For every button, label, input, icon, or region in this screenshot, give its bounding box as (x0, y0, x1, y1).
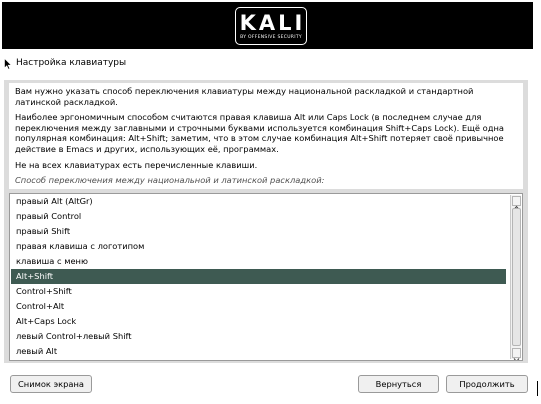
switch-method-listbox[interactable]: правый Alt (AltGr) правый Control правый… (9, 193, 523, 361)
list-item[interactable]: Alt+Caps Lock (11, 314, 506, 329)
list-item[interactable]: правый Shift (11, 224, 506, 239)
list-scrollbar[interactable] (510, 195, 521, 360)
back-button[interactable]: Вернуться (358, 375, 439, 393)
description-box: Вам нужно указать способ переключения кл… (9, 83, 523, 189)
page-title: Настройка клавиатуры (16, 58, 127, 68)
scroll-down-button[interactable] (512, 348, 521, 360)
description-paragraph-2: Наиболее эргономичным способом считаются… (15, 112, 504, 154)
screenshot-button[interactable]: Снимок экрана (10, 375, 92, 393)
step-titlebar: Настройка клавиатуры (2, 55, 533, 71)
description-paragraph-1: Вам нужно указать способ переключения кл… (15, 86, 474, 107)
question-prompt: Способ переключения между национальной и… (15, 175, 325, 186)
list-item[interactable]: левый Control+левый Shift (11, 329, 506, 344)
scroll-up-button[interactable] (512, 196, 521, 210)
logo-wordmark: KALI (239, 11, 306, 35)
list-item[interactable]: правый Control (11, 209, 506, 224)
list-item[interactable]: правая клавиша с логотипом (11, 239, 506, 254)
scroll-thumb[interactable] (512, 208, 521, 346)
content-panel: Вам нужно указать способ переключения кл… (4, 80, 528, 363)
kali-banner: KALI BY OFFENSIVE SECURITY (2, 2, 533, 49)
list-item[interactable]: Control+Shift (11, 284, 506, 299)
mouse-pointer-icon (4, 58, 12, 70)
text-cursor (537, 381, 538, 396)
installer-window: KALI BY OFFENSIVE SECURITY Настройка кла… (0, 0, 536, 402)
logo-subtitle: BY OFFENSIVE SECURITY (240, 35, 302, 40)
list-item[interactable]: левый Alt (11, 344, 506, 359)
description-paragraph-3: Не на всех клавиатурах есть перечисленны… (15, 159, 258, 170)
list-item[interactable]: клавиша с меню (11, 254, 506, 269)
kali-logo: KALI BY OFFENSIVE SECURITY (235, 7, 307, 45)
list-item[interactable]: правый Alt (AltGr) (11, 194, 506, 209)
list-item[interactable]: Control+Alt (11, 299, 506, 314)
continue-button[interactable]: Продолжить (446, 375, 528, 393)
list-item-selected[interactable]: Alt+Shift (11, 269, 506, 284)
scroll-down-arrow-icon (513, 358, 520, 360)
